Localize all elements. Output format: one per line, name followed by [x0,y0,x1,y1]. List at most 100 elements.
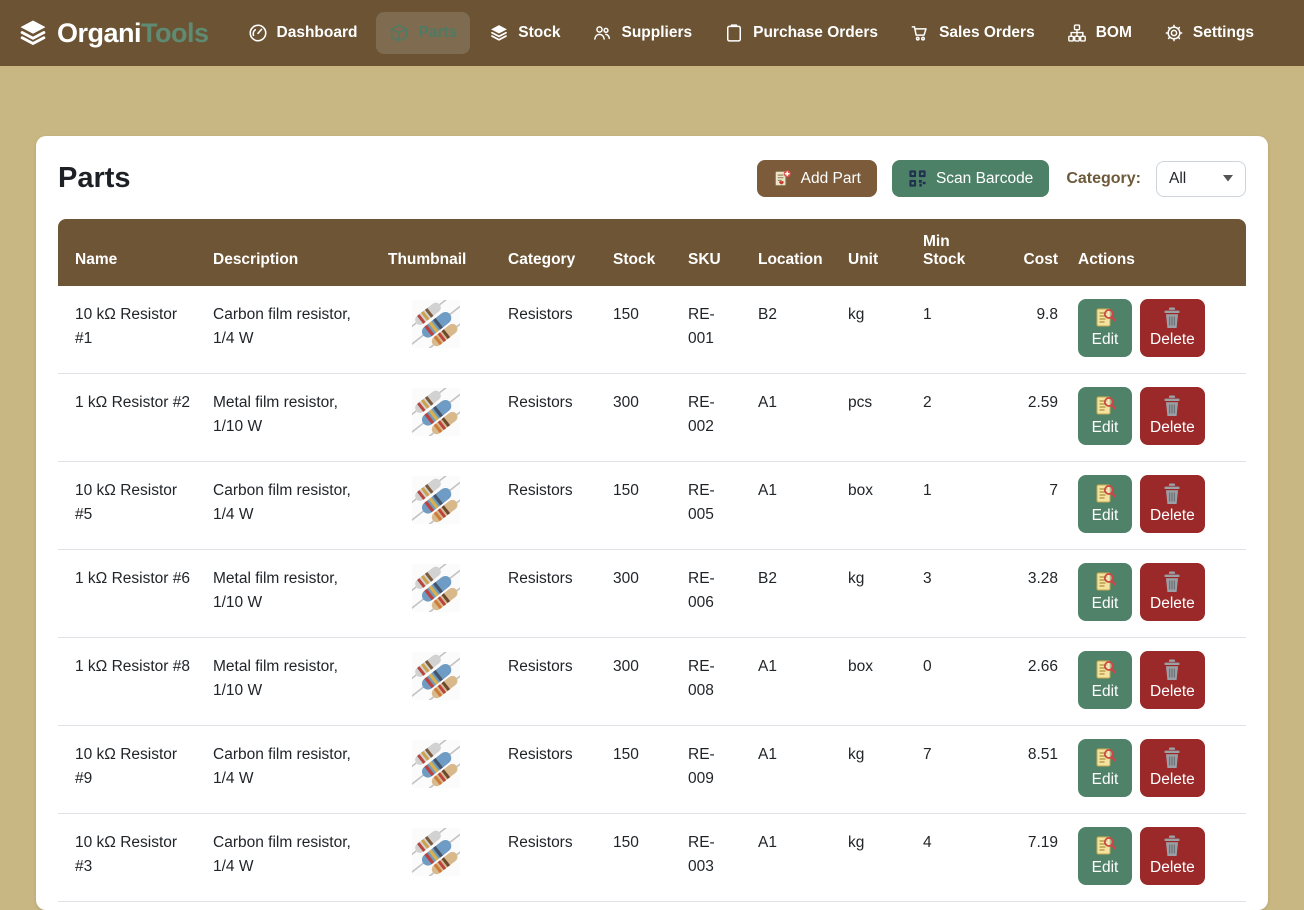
sitemap-icon [1067,23,1087,43]
edit-note-magnifier-icon [1093,658,1117,682]
edit-note-magnifier-icon [1093,834,1117,858]
part-sku: RE-002 [678,374,748,462]
delete-button[interactable]: Delete [1140,563,1205,621]
delete-button[interactable]: Delete [1140,651,1205,709]
part-unit: box [838,638,913,726]
part-location: A1 [748,462,838,550]
trash-icon [1161,658,1183,682]
delete-button-label: Delete [1150,507,1195,525]
add-part-button[interactable]: Add Part [757,160,877,197]
part-min-stock: 4 [913,814,998,902]
edit-button-label: Edit [1092,595,1119,613]
part-sku: RE-008 [678,638,748,726]
part-thumbnail-image [412,652,460,700]
delete-button[interactable]: Delete [1140,475,1205,533]
brand-logo[interactable]: OrganiTools [18,18,209,49]
edit-button[interactable]: Edit [1078,651,1132,709]
parts-table: Name Description Thumbnail Category Stoc… [58,219,1246,902]
delete-button[interactable]: Delete [1140,387,1205,445]
edit-button-label: Edit [1092,683,1119,701]
trash-icon [1161,306,1183,330]
part-stock: 300 [603,638,678,726]
nav-item-purchase-orders[interactable]: Purchase Orders [711,12,891,54]
part-thumbnail-image [412,740,460,788]
nav-links: Dashboard Parts Stock Suppliers Purchase… [235,12,1268,54]
nav-item-parts[interactable]: Parts [376,12,470,54]
part-sku: RE-006 [678,550,748,638]
nav-item-suppliers[interactable]: Suppliers [579,12,705,54]
table-row: 10 kΩ Resistor #3 Carbon film resistor, … [58,814,1246,902]
part-unit: kg [838,286,913,374]
nav-item-settings[interactable]: Settings [1151,12,1267,54]
edit-note-magnifier-icon [1093,746,1117,770]
scan-barcode-button[interactable]: Scan Barcode [892,160,1049,197]
part-description: Metal film resistor, 1/10 W [203,638,378,726]
part-name: 1 kΩ Resistor #2 [58,374,203,462]
card-header: Parts Add Part Scan Barcode Category: Al [58,160,1246,197]
delete-button-label: Delete [1150,331,1195,349]
table-row: 10 kΩ Resistor #1 Carbon film resistor, … [58,286,1246,374]
table-row: 10 kΩ Resistor #5 Carbon film resistor, … [58,462,1246,550]
edit-button[interactable]: Edit [1078,563,1132,621]
top-navbar: OrganiTools Dashboard Parts Stock Suppli… [0,0,1304,66]
delete-button-label: Delete [1150,859,1195,877]
part-name: 10 kΩ Resistor #5 [58,462,203,550]
column-header-cost: Cost [998,219,1068,286]
part-cost: 7 [998,462,1068,550]
part-name: 1 kΩ Resistor #8 [58,638,203,726]
nav-label: BOM [1096,24,1132,42]
nav-item-dashboard[interactable]: Dashboard [235,12,371,54]
nav-label: Sales Orders [939,24,1035,42]
part-min-stock: 3 [913,550,998,638]
add-part-label: Add Part [801,170,861,188]
part-category: Resistors [498,638,603,726]
column-header-category: Category [498,219,603,286]
nav-item-sales-orders[interactable]: Sales Orders [897,12,1048,54]
part-min-stock: 0 [913,638,998,726]
edit-button-label: Edit [1092,859,1119,877]
part-cost: 7.19 [998,814,1068,902]
part-sku: RE-003 [678,814,748,902]
part-name: 10 kΩ Resistor #9 [58,726,203,814]
page-title: Parts [58,162,131,195]
part-cost: 9.8 [998,286,1068,374]
part-unit: pcs [838,374,913,462]
nav-item-bom[interactable]: BOM [1054,12,1145,54]
edit-button[interactable]: Edit [1078,739,1132,797]
part-stock: 300 [603,374,678,462]
part-min-stock: 2 [913,374,998,462]
part-unit: kg [838,814,913,902]
delete-button-label: Delete [1150,419,1195,437]
column-header-stock: Stock [603,219,678,286]
edit-button[interactable]: Edit [1078,827,1132,885]
part-cost: 3.28 [998,550,1068,638]
column-header-actions: Actions [1068,219,1246,286]
part-name: 1 kΩ Resistor #6 [58,550,203,638]
delete-button[interactable]: Delete [1140,827,1205,885]
parts-card: Parts Add Part Scan Barcode Category: Al [36,136,1268,910]
category-select[interactable]: All [1156,161,1246,197]
part-name: 10 kΩ Resistor #1 [58,286,203,374]
part-sku: RE-009 [678,726,748,814]
part-description: Carbon film resistor, 1/4 W [203,462,378,550]
nav-item-stock[interactable]: Stock [476,12,573,54]
part-stock: 150 [603,814,678,902]
edit-button[interactable]: Edit [1078,299,1132,357]
edit-button[interactable]: Edit [1078,475,1132,533]
table-row: 1 kΩ Resistor #8 Metal film resistor, 1/… [58,638,1246,726]
delete-button[interactable]: Delete [1140,739,1205,797]
part-description: Metal film resistor, 1/10 W [203,374,378,462]
part-cost: 2.59 [998,374,1068,462]
part-description: Carbon film resistor, 1/4 W [203,726,378,814]
part-cost: 8.51 [998,726,1068,814]
scan-barcode-label: Scan Barcode [936,170,1033,188]
part-stock: 150 [603,462,678,550]
trash-icon [1161,570,1183,594]
edit-button[interactable]: Edit [1078,387,1132,445]
brand-name: OrganiTools [57,18,209,49]
trash-icon [1161,482,1183,506]
edit-button-label: Edit [1092,771,1119,789]
delete-button[interactable]: Delete [1140,299,1205,357]
nav-label: Suppliers [621,24,692,42]
part-category: Resistors [498,462,603,550]
